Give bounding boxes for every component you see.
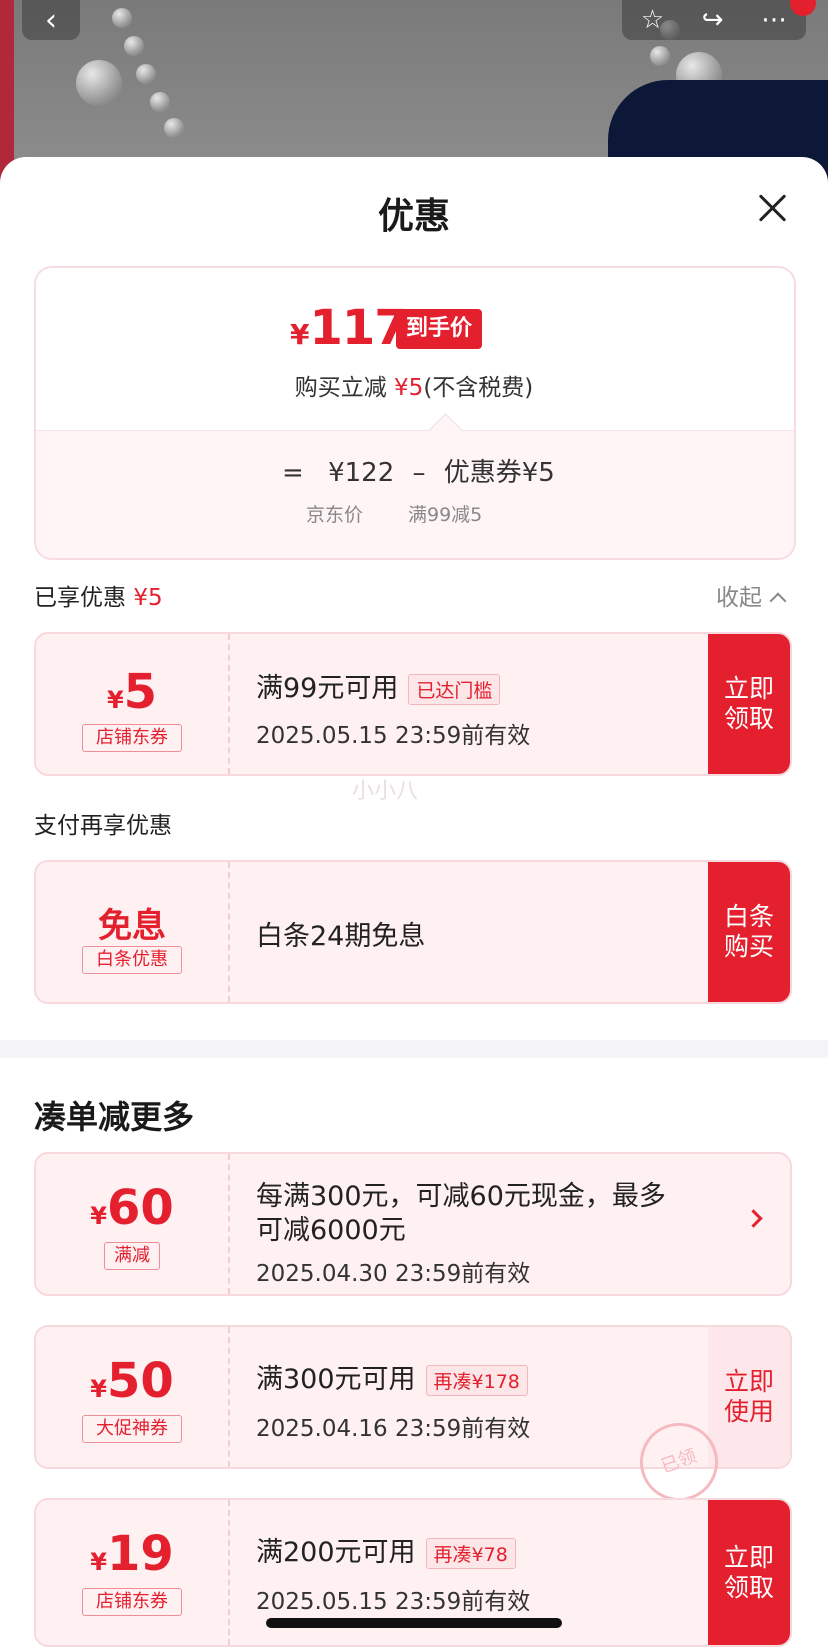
back-icon: ‹ [45, 2, 57, 38]
pearl-decoration [150, 92, 170, 112]
pearl-decoration [650, 46, 670, 66]
discount-amount: ¥5 [394, 375, 424, 401]
coupon-desc-text: 满300元可用 [256, 1364, 416, 1395]
home-indicator[interactable] [266, 1618, 562, 1628]
coupon-desc-text: 满200元可用 [256, 1537, 416, 1568]
jd-price: ¥122 [328, 458, 395, 488]
baitiao-type: 白条优惠 [82, 946, 182, 974]
enjoyed-amount: ¥5 [133, 585, 163, 611]
final-price-tag: 到手价 [396, 309, 483, 349]
add-more-pill: 再凑¥78 [425, 1538, 516, 1569]
add-more-pill: 再凑¥178 [425, 1365, 528, 1396]
coupon-value: 5 [123, 664, 158, 720]
coupon-value: 19 [106, 1526, 174, 1582]
final-price-value: 117 [309, 300, 407, 356]
coupon-value: 60 [106, 1180, 174, 1236]
coupon-deduction: 优惠券¥5 [443, 458, 555, 488]
enjoyed-label: 已享优惠 [34, 585, 126, 611]
coupon-desc-text: 满99元可用 [256, 673, 399, 704]
watermark: 小小八 [352, 779, 419, 804]
pearl-decoration [124, 36, 144, 56]
coupon-desc: 满200元可用 再凑¥78 [256, 1530, 516, 1569]
coupon-caption: 满99减5 [408, 504, 483, 526]
final-price: ¥117 [290, 300, 408, 356]
section-divider [0, 1040, 828, 1058]
coupon-amount: ¥50 [36, 1353, 228, 1409]
use-button-label: 立即 使用 [723, 1367, 774, 1426]
price-formula: = ¥122 – 优惠券¥5 [282, 452, 555, 489]
coupon-expiry: 2025.04.16 23:59前有效 [256, 1416, 531, 1442]
coupon-type: 满减 [104, 1242, 160, 1270]
claim-button-label: 立即 领取 [723, 674, 774, 733]
claim-button-label: 立即 领取 [723, 1542, 774, 1602]
baitiao-card: 免息 白条优惠 白条24期免息 白条 购买 [34, 860, 792, 1004]
pay-section-header: 支付再享优惠 [34, 813, 172, 839]
chevron-right-icon [744, 1209, 763, 1228]
coupon-expiry: 2025.05.15 23:59前有效 [256, 1589, 531, 1615]
discount-summary: 购买立减 ¥5(不含税费) [0, 368, 828, 402]
more-icon[interactable]: ⋯ [761, 5, 787, 35]
coupon-amount: ¥60 [36, 1180, 228, 1236]
star-icon[interactable]: ☆ [641, 5, 664, 35]
claim-coupon-button[interactable]: 立即 领取 [708, 1500, 790, 1645]
use-coupon-button[interactable]: 立即 使用 [708, 1327, 790, 1467]
sheet-title: 优惠 [377, 196, 450, 237]
coupon-card: ¥5 店铺东券 满99元可用 已达门槛 2025.05.15 23:59前有效 立… [34, 632, 792, 776]
threshold-met-pill: 已达门槛 [408, 674, 501, 705]
coupon-type: 大促神券 [82, 1415, 182, 1443]
coupon-expiry: 2025.05.15 23:59前有效 [256, 723, 531, 749]
coupon-currency: ¥ [106, 686, 124, 714]
pearl-decoration [164, 118, 184, 138]
price-breakdown-area [36, 430, 794, 558]
top-actions: ☆ ↪ ⋯ [622, 0, 806, 40]
coupon-card[interactable]: ¥60 满减 每满300元，可减60元现金，最多 可减6000元 2025.04… [34, 1152, 792, 1296]
pearl-decoration [112, 8, 132, 28]
currency-symbol: ¥ [290, 318, 310, 351]
baitiao-title: 免息 [98, 906, 166, 946]
pearl-decoration [76, 60, 122, 106]
equals-sign: = [282, 458, 304, 488]
jd-price-caption: 京东价 [306, 504, 364, 526]
claim-coupon-button[interactable]: 立即 领取 [708, 634, 790, 774]
collapse-toggle[interactable]: 收起 [716, 578, 787, 612]
baitiao-buy-button[interactable]: 白条 购买 [708, 862, 790, 1002]
more-discounts-title: 凑单减更多 [34, 1098, 195, 1136]
coupon-desc: 满300元可用 再凑¥178 [256, 1357, 528, 1396]
coupon-desc-line2: 可减6000元 [256, 1215, 406, 1246]
discount-suffix: (不含税费) [423, 375, 534, 401]
chevron-up-icon [769, 592, 787, 610]
coupon-amount: ¥19 [36, 1526, 228, 1582]
coupon-currency: ¥ [90, 1548, 107, 1576]
coupon-desc: 满99元可用 已达门槛 [256, 666, 501, 705]
minus-sign: – [412, 458, 426, 488]
share-icon[interactable]: ↪ [702, 5, 724, 35]
collapse-label: 收起 [716, 585, 762, 611]
coupon-expiry: 2025.04.30 23:59前有效 [256, 1261, 531, 1287]
baitiao-button-label: 白条 购买 [723, 902, 774, 961]
coupon-amount: ¥5 [36, 664, 228, 720]
back-button[interactable]: ‹ [22, 0, 80, 40]
discount-prefix: 购买立减 [294, 375, 387, 401]
baitiao-desc: 白条24期免息 [256, 921, 426, 952]
coupon-currency: ¥ [90, 1202, 107, 1230]
coupon-type: 店铺东券 [82, 724, 182, 752]
pearl-decoration [136, 64, 156, 84]
coupon-value: 50 [106, 1353, 174, 1409]
enjoyed-discount-header: 已享优惠 ¥5 [34, 578, 163, 612]
coupon-type: 店铺东券 [82, 1588, 182, 1616]
coupon-currency: ¥ [90, 1375, 107, 1403]
close-icon[interactable] [752, 188, 792, 228]
